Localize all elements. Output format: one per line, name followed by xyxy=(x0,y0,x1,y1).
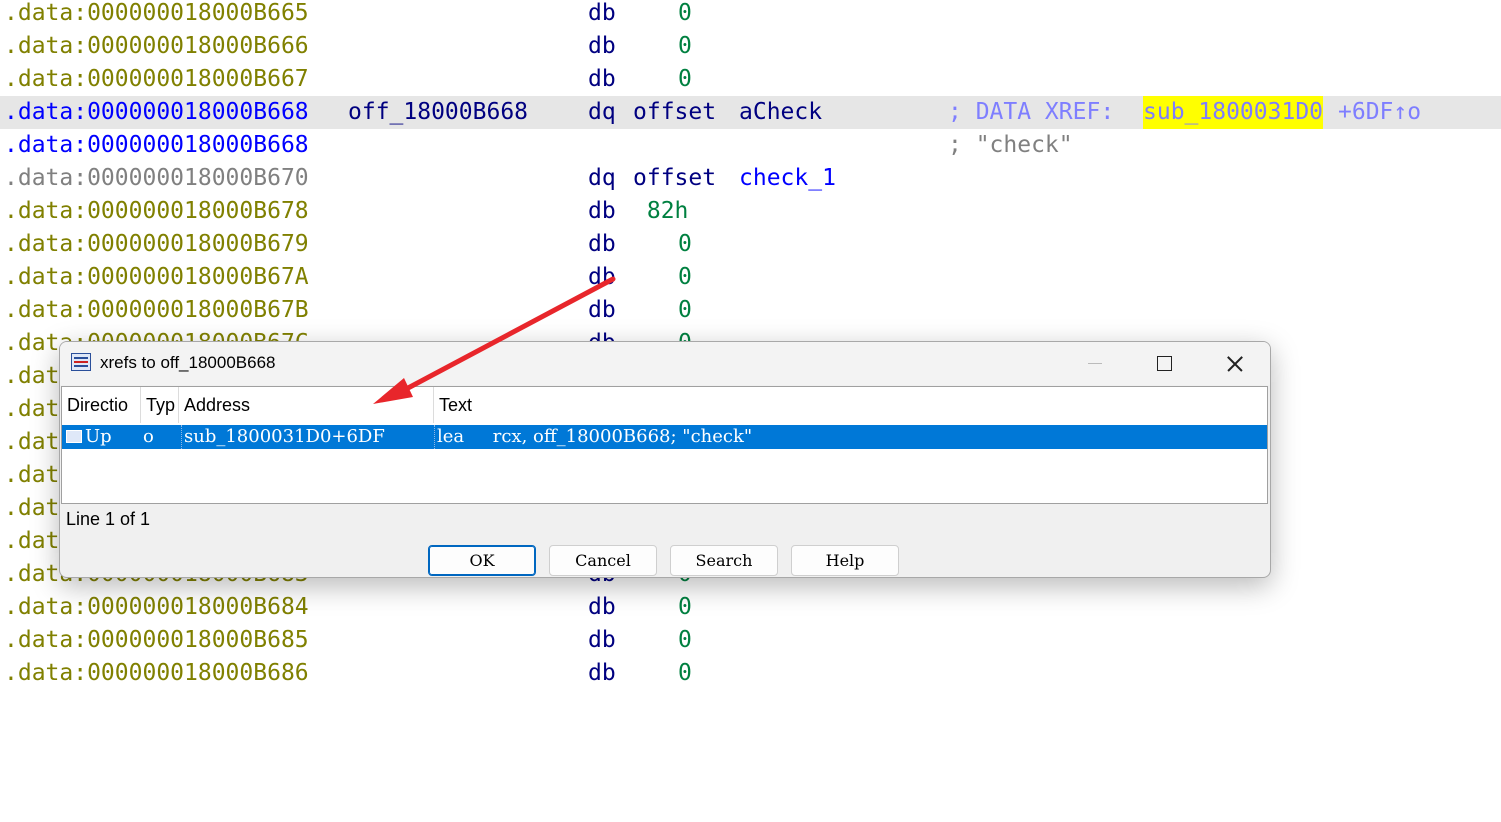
line-mnemonic: db xyxy=(588,66,616,92)
listing-line-current[interactable]: .data:000000018000B668 off_18000B668 dq … xyxy=(0,96,1501,129)
line-address: .data:000000018000B684 xyxy=(4,594,309,620)
line-comment-prefix: ; DATA XREF: xyxy=(948,99,1129,125)
line-mnemonic: db xyxy=(588,0,616,26)
line-comment-string: ; "check" xyxy=(948,132,1073,158)
line-label[interactable]: off_18000B668 xyxy=(348,96,528,129)
line-mnemonic: db xyxy=(588,594,616,620)
xrefs-window-icon xyxy=(71,353,91,371)
dialog-titlebar[interactable]: xrefs to off_18000B668 xyxy=(60,342,1270,385)
line-operand: 0 xyxy=(678,66,692,92)
line-operand: 0 xyxy=(678,33,692,59)
line-operand-keyword: offset xyxy=(633,99,717,125)
search-button[interactable]: Search xyxy=(670,545,778,576)
listing-line[interactable]: .data:000000018000B668 ; "check" xyxy=(0,129,1501,162)
table-row[interactable]: Up o sub_1800031D0+6DF lea rcx, off_1800… xyxy=(62,425,1267,449)
line-address: .dat xyxy=(4,528,60,554)
row-address: sub_1800031D0+6DF xyxy=(181,425,435,449)
row-text: lea rcx, off_18000B668; "check" xyxy=(437,426,753,447)
line-operand: 0 xyxy=(678,660,692,686)
listing-line[interactable]: .data:000000018000B665 db 0 xyxy=(0,0,1501,30)
listing-line[interactable]: .data:000000018000B67A db 0 xyxy=(0,261,1501,294)
line-mnemonic: db xyxy=(588,198,616,224)
maximize-icon[interactable] xyxy=(1130,342,1200,385)
listing-line[interactable]: .data:000000018000B686 db 0 xyxy=(0,657,1501,690)
line-mnemonic: db xyxy=(588,231,616,257)
line-address: .data:000000018000B67B xyxy=(4,297,309,323)
line-address: .data:000000018000B67A xyxy=(4,264,309,290)
row-type: o xyxy=(143,426,154,447)
line-operand: 0 xyxy=(678,264,692,290)
line-address: .data:000000018000B685 xyxy=(4,627,309,653)
line-mnemonic: db xyxy=(588,33,616,59)
close-icon[interactable] xyxy=(1200,342,1270,385)
column-header-type[interactable]: Typ xyxy=(141,387,179,423)
line-address: .data:000000018000B678 xyxy=(4,198,309,224)
listing-line[interactable]: .data:000000018000B678 db 82h xyxy=(0,195,1501,228)
line-operand: 0 xyxy=(678,594,692,620)
line-mnemonic: db xyxy=(588,297,616,323)
line-address: .data:000000018000B686 xyxy=(4,660,309,686)
line-address: .data:000000018000B665 xyxy=(4,0,309,26)
line-address: .dat xyxy=(4,396,60,422)
ok-button[interactable]: OK xyxy=(428,545,536,576)
table-header: Directio Typ Address Text xyxy=(62,387,1267,423)
line-operand-name[interactable]: aCheck xyxy=(739,96,822,129)
line-operand: 0 xyxy=(678,297,692,323)
line-address: .data:000000018000B668 xyxy=(4,132,309,158)
line-address: .data:000000018000B670 xyxy=(4,165,309,191)
help-button[interactable]: Help xyxy=(791,545,899,576)
column-header-direction[interactable]: Directio xyxy=(62,387,141,423)
listing-line[interactable]: .data:000000018000B685 db 0 xyxy=(0,624,1501,657)
line-operand-name[interactable]: check_1 xyxy=(739,162,836,195)
listing-line[interactable]: .data:000000018000B67B db 0 xyxy=(0,294,1501,327)
listing-line[interactable]: .data:000000018000B684 db 0 xyxy=(0,591,1501,624)
xrefs-dialog[interactable]: xrefs to off_18000B668 Directio Typ Addr… xyxy=(59,341,1271,578)
line-address: .dat xyxy=(4,363,60,389)
row-xref-icon xyxy=(66,430,82,443)
listing-line[interactable]: .data:000000018000B679 db 0 xyxy=(0,228,1501,261)
line-address: .data:000000018000B666 xyxy=(4,33,309,59)
line-mnemonic: db xyxy=(588,660,616,686)
line-mnemonic: db xyxy=(588,627,616,653)
line-operand: 0 xyxy=(678,231,692,257)
cancel-button[interactable]: Cancel xyxy=(549,545,657,576)
line-mnemonic: dq xyxy=(588,165,616,191)
column-header-text[interactable]: Text xyxy=(434,387,1268,423)
listing-line[interactable]: .data:000000018000B670 dq offset check_1 xyxy=(0,162,1501,195)
xrefs-table[interactable]: Directio Typ Address Text Up o sub_18000… xyxy=(61,386,1268,504)
line-address: .dat xyxy=(4,462,60,488)
dialog-title: xrefs to off_18000B668 xyxy=(100,353,276,372)
xref-highlight[interactable]: sub_1800031D0 xyxy=(1143,96,1324,129)
line-comment-suffix: +6DF↑o xyxy=(1338,99,1422,125)
line-mnemonic: dq xyxy=(588,99,616,125)
minimize-icon[interactable] xyxy=(1060,342,1130,385)
line-operand-keyword: offset xyxy=(633,165,717,191)
line-address: .data:000000018000B667 xyxy=(4,66,309,92)
line-operand: 0 xyxy=(678,627,692,653)
line-address: .data:000000018000B668 xyxy=(4,99,309,125)
line-mnemonic: db xyxy=(588,264,616,290)
line-operand: 0 xyxy=(678,0,692,26)
status-line: Line 1 of 1 xyxy=(66,509,151,529)
line-address: .dat xyxy=(4,495,60,521)
line-operand: 82h xyxy=(633,198,689,224)
listing-line[interactable]: .data:000000018000B666 db 0 xyxy=(0,30,1501,63)
column-header-address[interactable]: Address xyxy=(179,387,434,423)
line-address: .dat xyxy=(4,429,60,455)
line-address: .data:000000018000B679 xyxy=(4,231,309,257)
listing-line[interactable]: .data:000000018000B667 db 0 xyxy=(0,63,1501,96)
